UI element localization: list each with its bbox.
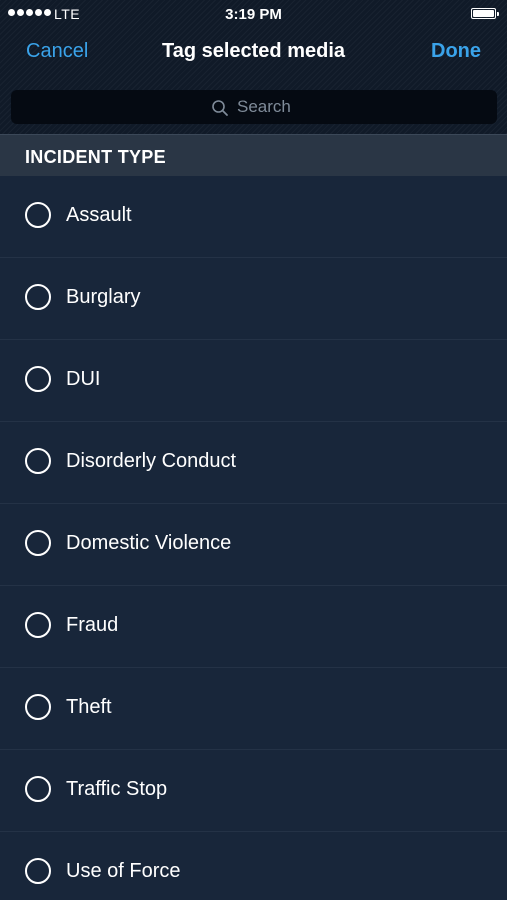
top-area: LTE 3:19 PM Cancel Tag selected media Do… <box>0 0 507 134</box>
list-item-label: Theft <box>66 696 112 718</box>
done-button[interactable]: Done <box>431 40 481 63</box>
radio-unchecked-icon[interactable] <box>25 858 51 884</box>
list-item-label: Assault <box>66 204 132 226</box>
list-item-traffic-stop[interactable]: Traffic Stop <box>0 750 507 832</box>
section-title: INCIDENT TYPE <box>25 147 166 167</box>
search-input[interactable] <box>237 97 297 117</box>
list-item-domestic-violence[interactable]: Domestic Violence <box>0 504 507 586</box>
list-item-burglary[interactable]: Burglary <box>0 258 507 340</box>
status-bar: LTE 3:19 PM <box>0 0 507 28</box>
list-item-label: Use of Force <box>66 860 181 882</box>
radio-unchecked-icon[interactable] <box>25 202 51 228</box>
section-header: INCIDENT TYPE <box>0 134 507 176</box>
list-item-label: Domestic Violence <box>66 532 232 554</box>
list-item-theft[interactable]: Theft <box>0 668 507 750</box>
radio-unchecked-icon[interactable] <box>25 366 51 392</box>
radio-unchecked-icon[interactable] <box>25 448 51 474</box>
radio-unchecked-icon[interactable] <box>25 612 51 638</box>
list-item-label: Disorderly Conduct <box>66 450 237 472</box>
list-item-label: Fraud <box>66 614 119 636</box>
navigation-bar: Cancel Tag selected media Done <box>0 30 507 74</box>
screen: LTE 3:19 PM Cancel Tag selected media Do… <box>0 0 507 900</box>
list-item-dui[interactable]: DUI <box>0 340 507 422</box>
list-item-label: Burglary <box>66 286 141 308</box>
list-item-use-of-force[interactable]: Use of Force <box>0 832 507 900</box>
list-item-label: Traffic Stop <box>66 778 168 800</box>
list-item-disorderly-conduct[interactable]: Disorderly Conduct <box>0 422 507 504</box>
radio-unchecked-icon[interactable] <box>25 284 51 310</box>
search-bar[interactable] <box>11 90 497 124</box>
cancel-button[interactable]: Cancel <box>26 40 88 63</box>
status-time: 3:19 PM <box>225 6 282 23</box>
battery-icon <box>471 8 499 19</box>
list-item-label: DUI <box>66 368 101 390</box>
radio-unchecked-icon[interactable] <box>25 776 51 802</box>
incident-type-list: Assault Burglary DUI Disorderly Conduct … <box>0 176 507 900</box>
list-item-assault[interactable]: Assault <box>0 176 507 258</box>
list-item-fraud[interactable]: Fraud <box>0 586 507 668</box>
search-icon <box>212 100 228 116</box>
radio-unchecked-icon[interactable] <box>25 530 51 556</box>
radio-unchecked-icon[interactable] <box>25 694 51 720</box>
